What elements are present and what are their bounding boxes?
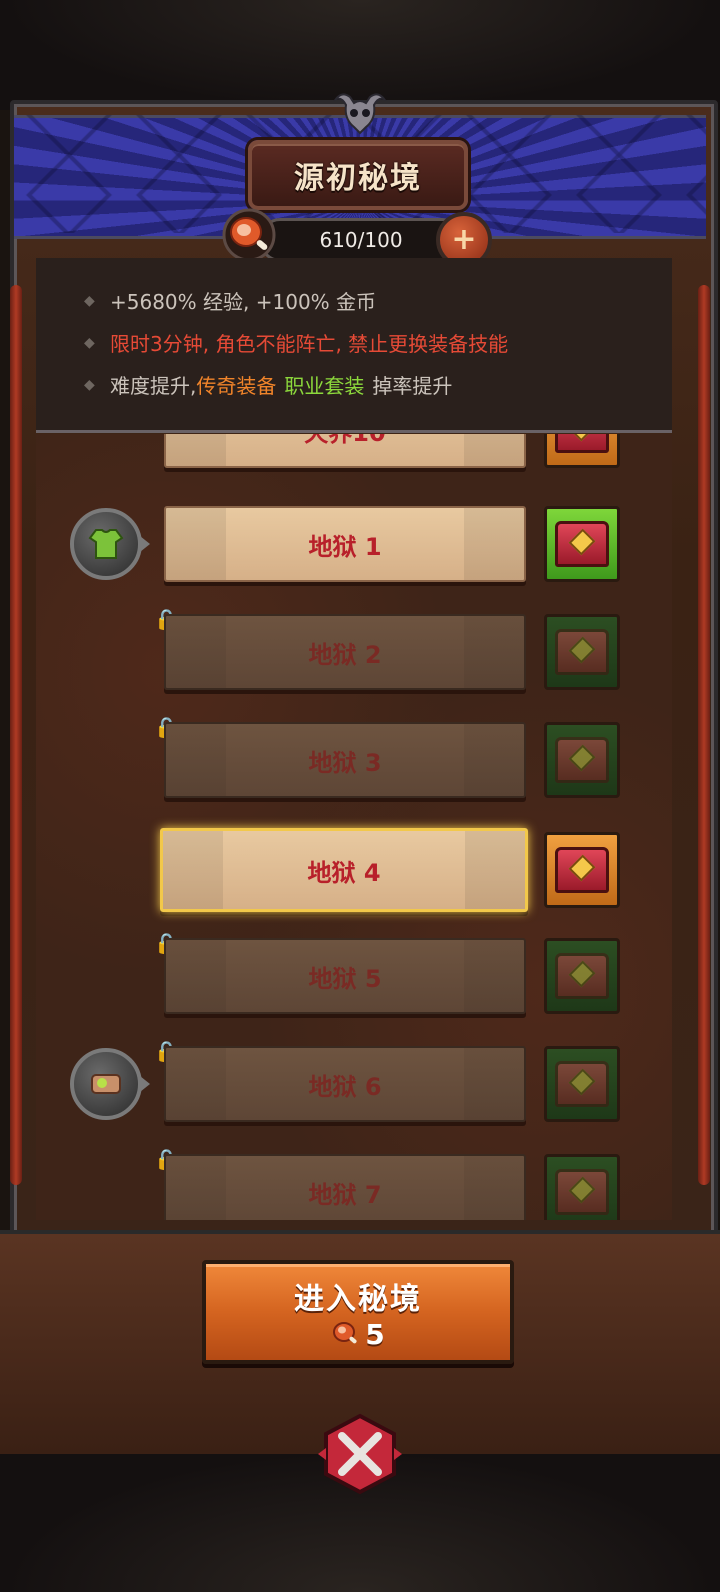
bullet-icon: ◆ — [84, 376, 95, 393]
level-label: 地狱 5 — [308, 964, 382, 993]
treasure-chest-icon[interactable] — [544, 938, 620, 1014]
level-label: 地狱 6 — [308, 1072, 382, 1101]
frame-rail-right — [698, 285, 710, 1185]
treasure-chest-icon[interactable] — [544, 614, 620, 690]
level-label: 地狱 7 — [308, 1180, 382, 1209]
level-row[interactable]: 🔒 地狱 5 — [36, 931, 672, 1028]
meat-icon — [333, 1322, 357, 1344]
drops-text-suffix: 掉率提升 — [372, 374, 453, 398]
stamina-value: 610/100 — [319, 228, 403, 252]
info-line-drops: ◆ 难度提升, 传奇装备 职业套装 掉率提升 — [84, 370, 452, 399]
drops-text-prefix: 难度提升, — [110, 374, 197, 398]
level-row[interactable]: 🔒 地狱 3 — [36, 715, 672, 812]
level-row-selected[interactable]: 地狱 4 — [36, 828, 672, 922]
enter-cost: 5 — [331, 1317, 385, 1351]
level-plate[interactable]: 地狱 7 — [164, 1154, 526, 1220]
level-plate[interactable]: 地狱 3 — [164, 722, 526, 798]
close-icon — [318, 1413, 402, 1495]
info-line-rewards: ◆ +5680% 经验, +100% 金币 — [84, 286, 376, 315]
level-plate[interactable]: 地狱 1 — [164, 506, 526, 582]
level-row[interactable]: 🔒 地狱 6 — [36, 1039, 672, 1136]
level-plate[interactable]: 天界10 — [164, 434, 526, 468]
legendary-gear-text: 传奇装备 — [196, 374, 277, 398]
treasure-chest-icon[interactable] — [544, 1046, 620, 1122]
enter-cost-value: 5 — [365, 1317, 385, 1351]
plus-icon: + — [451, 222, 477, 257]
level-row[interactable]: 地狱 1 — [36, 506, 672, 596]
skull-icon — [330, 88, 390, 136]
treasure-chest-icon[interactable] — [544, 506, 620, 582]
level-label: 地狱 1 — [308, 532, 382, 561]
level-plate[interactable]: 地狱 4 — [160, 828, 528, 912]
scroll-badge-icon — [70, 1048, 150, 1120]
level-row[interactable]: 🔒 地狱 7 — [36, 1147, 672, 1220]
info-panel: ◆ +5680% 经验, +100% 金币 ◆ 限时3分钟, 角色不能阵亡, 禁… — [36, 258, 672, 433]
bullet-icon: ◆ — [84, 292, 95, 309]
level-plate[interactable]: 地狱 2 — [164, 614, 526, 690]
rewards-text: +5680% 经验, +100% 金币 — [110, 290, 377, 314]
treasure-chest-icon[interactable] — [544, 722, 620, 798]
stamina-counter: 610/100 — [260, 218, 462, 262]
level-label: 地狱 4 — [307, 858, 381, 887]
level-row[interactable]: 🔒 地狱 2 — [36, 607, 672, 704]
page-title: 源初秘境 — [294, 161, 422, 196]
bullet-icon: ◆ — [84, 334, 95, 351]
treasure-chest-icon[interactable] — [544, 1154, 620, 1220]
meat-icon — [222, 208, 276, 262]
treasure-chest-icon[interactable] — [544, 832, 620, 908]
close-button[interactable] — [318, 1412, 402, 1496]
class-set-text: 职业套装 — [284, 374, 365, 398]
enter-realm-button[interactable]: 进入秘境 5 — [202, 1260, 514, 1364]
level-plate[interactable]: 地狱 5 — [164, 938, 526, 1014]
treasure-chest-icon[interactable] — [544, 434, 620, 468]
frame-rail-left — [10, 285, 22, 1185]
armor-badge-icon — [70, 508, 150, 580]
level-row[interactable]: 天界10 — [36, 434, 672, 482]
page-title-plate: 源初秘境 — [248, 140, 468, 210]
enter-button-label: 进入秘境 — [294, 1281, 422, 1317]
rules-text: 限时3分钟, 角色不能阵亡, 禁止更换装备技能 — [110, 332, 509, 356]
level-list[interactable]: 天界10 地狱 1 🔒 地狱 2 🔒 地狱 3 地狱 4 🔒 地狱 5 🔒 — [36, 434, 672, 1220]
level-label: 地狱 2 — [308, 640, 382, 669]
level-label: 地狱 3 — [308, 748, 382, 777]
info-line-rules: ◆ 限时3分钟, 角色不能阵亡, 禁止更换装备技能 — [84, 328, 508, 357]
level-label: 天界10 — [304, 434, 385, 448]
level-plate[interactable]: 地狱 6 — [164, 1046, 526, 1122]
